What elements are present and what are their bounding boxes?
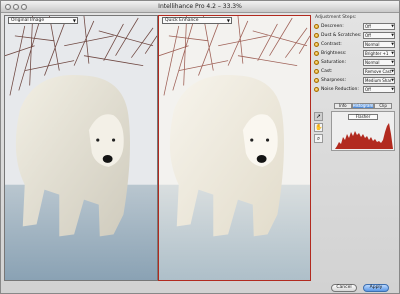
apply-button[interactable]: Apply xyxy=(363,284,389,292)
dropdown-arrow-icon: ▼ xyxy=(391,60,394,64)
step-label: Descreen: xyxy=(321,24,344,29)
brightness-select[interactable]: Brighter +1 ▼ xyxy=(363,50,395,57)
adjusted-image-pane[interactable]: Quick Enhance ▼ xyxy=(158,15,311,281)
histogram-mode-label: Flasher xyxy=(355,114,371,119)
tab-histogram[interactable]: Histogram xyxy=(351,103,375,109)
dropdown-arrow-icon: ▼ xyxy=(226,18,230,23)
step-saturation: Saturation: Normal ▼ xyxy=(313,59,397,67)
step-sharpness: Sharpness: Medium Shar ▼ xyxy=(313,77,397,85)
adjusted-view-label: Quick Enhance xyxy=(165,18,199,23)
dropdown-arrow-icon: ▼ xyxy=(391,24,394,28)
original-image-pane[interactable]: Original Image ▼ xyxy=(4,15,158,281)
saturation-select[interactable]: Normal ▼ xyxy=(363,59,395,66)
step-label: Saturation: xyxy=(321,60,346,65)
tab-clip[interactable]: Clip xyxy=(374,103,392,109)
cancel-button[interactable]: Cancel xyxy=(331,284,357,292)
dropdown-arrow-icon: ▼ xyxy=(391,87,394,91)
adjustment-step-icon[interactable] xyxy=(314,24,319,29)
adjustment-step-icon[interactable] xyxy=(314,51,319,56)
tool-palette: ➚ ✋ ⌕ xyxy=(314,112,324,145)
adjustment-step-icon[interactable] xyxy=(314,60,319,65)
step-label: Noise Reduction: xyxy=(321,87,359,92)
zoom-tool-icon[interactable]: ⌕ xyxy=(314,134,323,143)
title-bar[interactable]: Intellihance Pro 4.2 – 33.3% xyxy=(1,1,399,13)
dropdown-arrow-icon: ▼ xyxy=(391,78,394,82)
dropdown-arrow-icon: ▼ xyxy=(72,18,76,23)
histogram-graph xyxy=(335,123,393,149)
arrow-tool-icon[interactable]: ➚ xyxy=(314,112,323,121)
descreen-select[interactable]: Off ▼ xyxy=(363,23,395,30)
app-window: Intellihance Pro 4.2 – 33.3% Original Im… xyxy=(0,0,400,294)
step-label: Cast: xyxy=(321,69,333,74)
step-cast: Cast: Remove Cast ▼ xyxy=(313,68,397,76)
adjustment-step-icon[interactable] xyxy=(314,69,319,74)
noise-reduction-select[interactable]: Off ▼ xyxy=(363,86,395,93)
tab-info[interactable]: Info xyxy=(334,103,352,109)
step-contrast: Contrast: Normal ▼ xyxy=(313,41,397,49)
step-label: Sharpness: xyxy=(321,78,346,83)
adjustment-step-icon[interactable] xyxy=(314,87,319,92)
dropdown-arrow-icon: ▼ xyxy=(391,69,394,73)
dust-scratches-select[interactable]: Off ▼ xyxy=(363,32,395,39)
original-view-label: Original Image xyxy=(11,18,45,23)
histogram-mode-select[interactable]: Flasher xyxy=(348,114,378,120)
adjustment-steps-heading: Adjustment Steps: xyxy=(315,15,357,20)
dropdown-arrow-icon: ▼ xyxy=(391,42,394,46)
window-title: Intellihance Pro 4.2 – 33.3% xyxy=(158,3,242,10)
bottom-bar: Cancel Apply xyxy=(1,283,399,294)
step-brightness: Brightness: Brighter +1 ▼ xyxy=(313,50,397,58)
cast-select[interactable]: Remove Cast ▼ xyxy=(363,68,395,75)
adjustment-step-icon[interactable] xyxy=(314,42,319,47)
adjusted-view-select[interactable]: Quick Enhance ▼ xyxy=(162,17,232,24)
dropdown-arrow-icon: ▼ xyxy=(391,33,394,37)
step-descreen: Descreen: Off ▼ xyxy=(313,23,397,31)
hand-tool-icon[interactable]: ✋ xyxy=(314,123,323,132)
info-tabs: Info Histogram Clip xyxy=(334,103,392,109)
histogram-panel: Flasher xyxy=(331,111,395,151)
contrast-select[interactable]: Normal ▼ xyxy=(363,41,395,48)
dropdown-arrow-icon: ▼ xyxy=(391,51,394,55)
adjustment-step-icon[interactable] xyxy=(314,78,319,83)
step-label: Contrast: xyxy=(321,42,342,47)
original-photo xyxy=(5,16,157,280)
original-view-select[interactable]: Original Image ▼ xyxy=(8,17,78,24)
step-dust-scratches: Dust & Scratches: Off ▼ xyxy=(313,32,397,40)
adjusted-photo xyxy=(159,16,310,280)
step-label: Dust & Scratches: xyxy=(321,33,362,38)
step-label: Brightness: xyxy=(321,51,347,56)
step-noise-reduction: Noise Reduction: Off ▼ xyxy=(313,86,397,94)
adjustment-step-icon[interactable] xyxy=(314,33,319,38)
sharpness-select[interactable]: Medium Shar ▼ xyxy=(363,77,395,84)
